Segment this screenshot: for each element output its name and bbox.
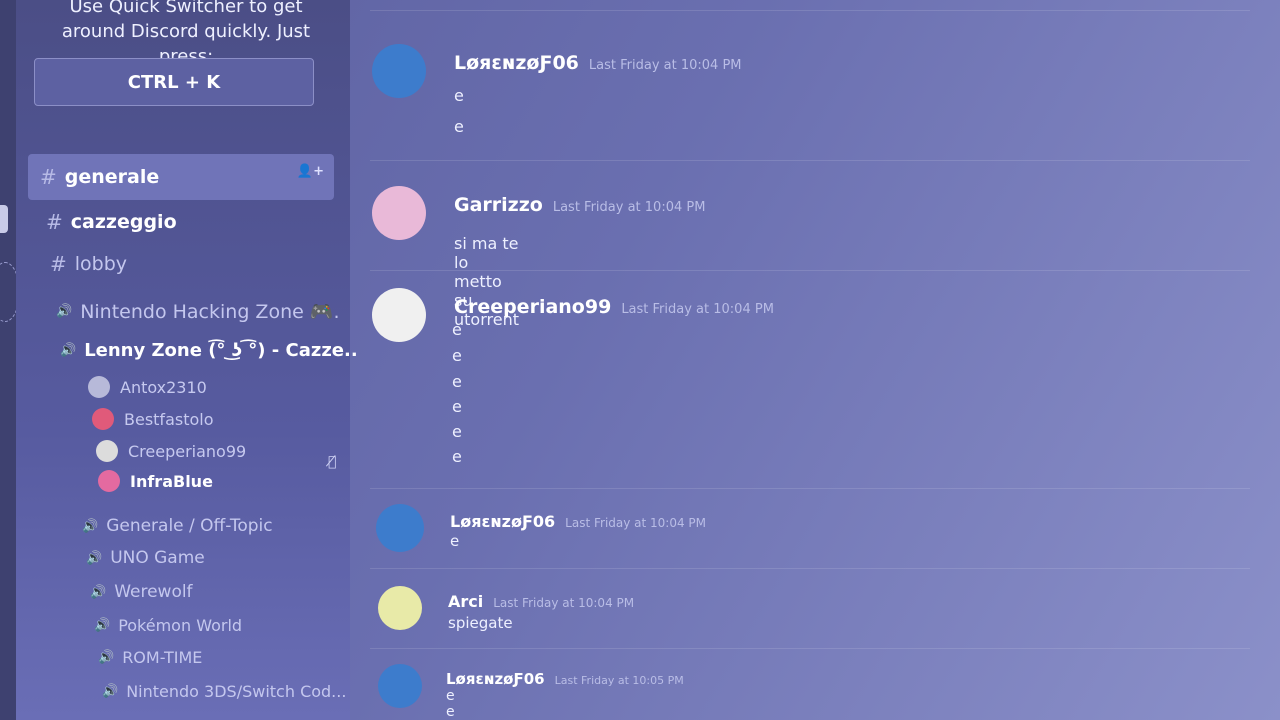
message-text: e (454, 117, 464, 136)
avatar[interactable] (372, 288, 426, 342)
channel-label: generale (64, 166, 160, 188)
message-header: Arci Last Friday at 10:04 PM (448, 592, 634, 611)
avatar (92, 408, 114, 430)
message-divider (370, 270, 1250, 271)
avatar[interactable] (378, 664, 422, 708)
voice-channel-lenny-zone[interactable]: 🔊 Lenny Zone (͡° ͜ʖ ͡°) - Cazze.. (60, 340, 358, 361)
channel-label: Lenny Zone (͡° ͜ʖ ͡°) - Cazze.. (84, 340, 358, 361)
message-divider (370, 10, 1250, 11)
message-text: e (454, 86, 464, 105)
message-text: e (452, 372, 462, 391)
speaker-icon: 🔊 (56, 304, 73, 319)
author-name[interactable]: Arci (448, 592, 483, 611)
author-name[interactable]: LøяɛɴzøƑ06 (446, 670, 545, 688)
message-text: e (446, 688, 455, 704)
server-indicator (0, 205, 8, 233)
message-header: Garrizzo Last Friday at 10:04 PM (454, 194, 705, 216)
timestamp: Last Friday at 10:04 PM (588, 58, 742, 73)
message-header: LøяɛɴzøƑ06 Last Friday at 10:05 PM (446, 670, 684, 688)
voice-user-name: Antox2310 (120, 377, 207, 397)
timestamp: Last Friday at 10:04 PM (552, 200, 706, 215)
voice-channel-pokemon-world[interactable]: 🔊 Pokémon World (94, 616, 242, 635)
message-divider (370, 488, 1250, 489)
channel-label: Generale / Off-Topic (106, 516, 273, 536)
voice-channel-uno-game[interactable]: 🔊 UNO Game (86, 548, 205, 568)
voice-user-name: Bestfastolo (124, 409, 214, 429)
channel-label: Pokémon World (118, 616, 243, 635)
voice-user-name: InfraBlue (130, 471, 213, 491)
avatar (96, 440, 118, 462)
voice-user[interactable]: Creeperiano99 (96, 440, 246, 462)
channel-generale[interactable]: # generale 👤+ (28, 154, 334, 200)
avatar[interactable] (372, 186, 426, 240)
channel-cazzeggio[interactable]: # cazzeggio (46, 210, 177, 234)
message-text: e (450, 532, 460, 550)
channel-label: Werewolf (114, 582, 193, 602)
timestamp: Last Friday at 10:04 PM (621, 302, 774, 317)
voice-user[interactable]: Bestfastolo (92, 408, 214, 430)
speaker-icon: 🔊 (98, 650, 115, 665)
message-text: e (452, 447, 462, 466)
message-text: e (452, 346, 462, 365)
message-header: Creeperiano99 Last Friday at 10:04 PM (454, 296, 774, 318)
message-text: e (452, 397, 462, 416)
speaker-icon: 🔊 (60, 343, 77, 358)
avatar (98, 470, 120, 492)
timestamp: Last Friday at 10:05 PM (554, 674, 684, 687)
voice-user[interactable]: InfraBlue (98, 470, 213, 492)
muted-mic-icon: 🎙̸ (328, 454, 337, 470)
message-header: LøяɛɴzøƑ06 Last Friday at 10:04 PM (450, 512, 706, 531)
message-text: e (452, 320, 462, 339)
voice-channel-rom-time[interactable]: 🔊 ROM-TIME (98, 648, 202, 667)
message-text: e (452, 422, 462, 441)
invite-icon[interactable]: 👤+ (297, 164, 324, 179)
message-text: spiegate (448, 614, 513, 632)
message-text: e (446, 704, 455, 720)
speaker-icon: 🔊 (82, 518, 99, 534)
message-divider (370, 568, 1250, 569)
speaker-icon: 🔊 (94, 618, 111, 633)
voice-user[interactable]: Antox2310 (88, 376, 207, 398)
channel-label: cazzeggio (70, 211, 177, 233)
voice-channel-nintendo-3ds-switch[interactable]: 🔊 Nintendo 3DS/Switch Cod... (102, 682, 346, 701)
author-name[interactable]: Garrizzo (454, 194, 543, 216)
channel-sidebar: Use Quick Switcher to get around Discord… (16, 0, 358, 720)
timestamp: Last Friday at 10:04 PM (493, 596, 635, 610)
voice-user-name: Creeperiano99 (128, 441, 247, 461)
message-divider (370, 160, 1250, 161)
channel-label: ROM-TIME (122, 648, 203, 667)
message-header: LøяɛɴzøƑ06 Last Friday at 10:04 PM (454, 52, 742, 74)
speaker-icon: 🔊 (102, 684, 119, 699)
channel-label: UNO Game (110, 548, 205, 568)
avatar[interactable] (372, 44, 426, 98)
avatar (88, 376, 110, 398)
hash-icon: # (46, 210, 63, 234)
channel-label: Nintendo 3DS/Switch Cod... (126, 682, 347, 701)
timestamp: Last Friday at 10:04 PM (565, 516, 707, 530)
speaker-icon: 🔊 (86, 550, 103, 566)
avatar[interactable] (376, 504, 424, 552)
hash-icon: # (40, 165, 57, 189)
voice-channel-werewolf[interactable]: 🔊 Werewolf (90, 582, 193, 602)
message-list: LøяɛɴzøƑ06 Last Friday at 10:04 PM e e G… (350, 0, 1280, 720)
server-rail (0, 0, 20, 720)
channel-label: lobby (74, 253, 128, 275)
speaker-icon: 🔊 (90, 584, 107, 600)
hash-icon: # (50, 252, 67, 276)
avatar[interactable] (378, 586, 422, 630)
channel-lobby[interactable]: # lobby (50, 252, 127, 276)
author-name[interactable]: LøяɛɴzøƑ06 (450, 512, 555, 531)
voice-channel-nintendo-hacking[interactable]: 🔊 Nintendo Hacking Zone 🎮. (56, 300, 340, 323)
author-name[interactable]: Creeperiano99 (454, 296, 611, 318)
author-name[interactable]: LøяɛɴzøƑ06 (454, 52, 579, 74)
quick-switcher-shortcut[interactable]: CTRL + K (34, 58, 314, 106)
channel-label: Nintendo Hacking Zone 🎮. (80, 301, 340, 323)
message-divider (370, 648, 1250, 649)
voice-channel-generale-offtopic[interactable]: 🔊 Generale / Off-Topic (82, 516, 273, 536)
